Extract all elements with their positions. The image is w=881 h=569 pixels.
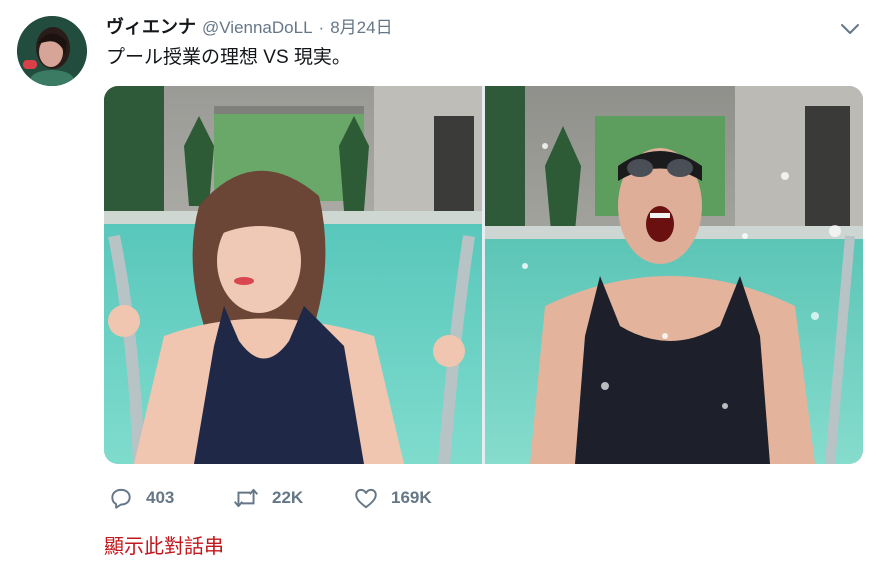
avatar[interactable] [17, 16, 87, 86]
user-handle[interactable]: @ViennaDoLL [202, 18, 313, 38]
show-thread-link[interactable]: 顯示此對話串 [104, 530, 224, 559]
reply-count: 403 [146, 488, 175, 507]
ideal-photo[interactable] [104, 86, 482, 464]
avatar-image [17, 16, 87, 86]
media-grid [104, 86, 863, 464]
display-name[interactable]: ヴィエンナ [106, 13, 196, 39]
separator-dot: · [318, 18, 325, 37]
action-bar: 403 22K 169K [108, 484, 473, 512]
heart-icon [355, 488, 377, 509]
tweet-date[interactable]: 8月24日 [330, 13, 392, 38]
retweet-button[interactable]: 22K [232, 485, 353, 511]
like-count: 169K [391, 488, 432, 507]
chevron-down-icon[interactable] [839, 18, 861, 40]
tweet-text: プール授業の理想 VS 現実。 [106, 47, 351, 68]
tweet-header: ヴィエンナ @ViennaDoLL · 8月24日 [106, 13, 393, 37]
reply-button[interactable]: 403 [108, 485, 232, 511]
like-button[interactable]: 169K [353, 485, 473, 511]
retweet-count: 22K [272, 488, 304, 507]
retweet-icon [233, 488, 259, 508]
tweet: ヴィエンナ @ViennaDoLL · 8月24日 プール授業の理想 VS 現実… [0, 0, 881, 569]
reply-icon [111, 488, 131, 509]
reality-photo[interactable] [485, 86, 863, 464]
